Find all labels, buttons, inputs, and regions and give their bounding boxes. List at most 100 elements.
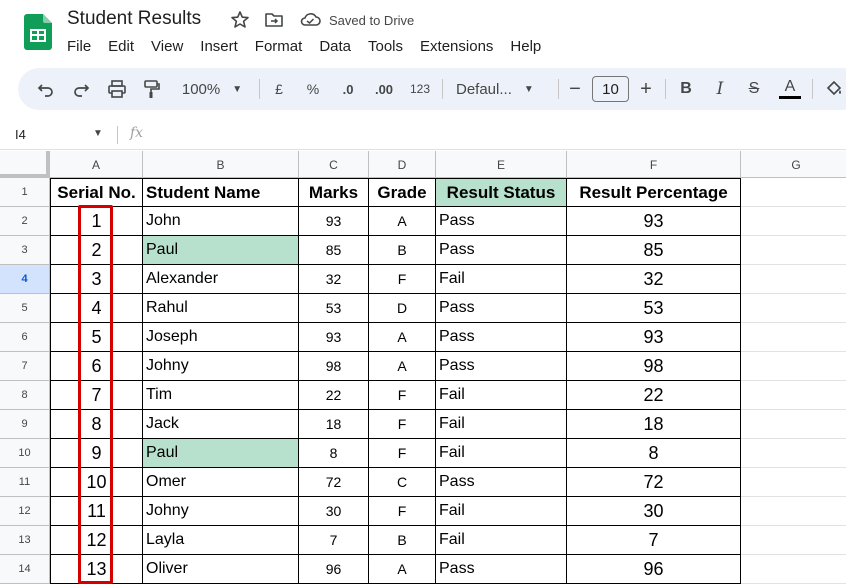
empty-cell-g[interactable]: [741, 410, 846, 439]
cell-status[interactable]: Pass: [436, 236, 567, 265]
fill-color-button[interactable]: [822, 68, 846, 110]
menu-help[interactable]: Help: [510, 38, 541, 55]
cell-grade[interactable]: F: [369, 497, 436, 526]
name-box[interactable]: I4: [15, 127, 26, 142]
cell-serial[interactable]: 12: [50, 526, 143, 555]
cell-status[interactable]: Fail: [436, 265, 567, 294]
header-cell-marks[interactable]: Marks: [299, 178, 369, 207]
empty-cell-g[interactable]: [741, 381, 846, 410]
star-icon[interactable]: [230, 10, 250, 30]
row-header-11[interactable]: 11: [0, 468, 50, 497]
cell-name[interactable]: Jack: [143, 410, 299, 439]
cell-marks[interactable]: 96: [299, 555, 369, 584]
menu-format[interactable]: Format: [255, 38, 303, 55]
cloud-saved-icon[interactable]: [299, 11, 321, 29]
menu-tools[interactable]: Tools: [368, 38, 403, 55]
document-title[interactable]: Student Results: [67, 8, 201, 30]
cell-marks[interactable]: 93: [299, 323, 369, 352]
cell-marks[interactable]: 32: [299, 265, 369, 294]
row-header-3[interactable]: 3: [0, 236, 50, 265]
cell-percentage[interactable]: 8: [567, 439, 741, 468]
row-header-6[interactable]: 6: [0, 323, 50, 352]
menu-insert[interactable]: Insert: [200, 38, 238, 55]
row-header-14[interactable]: 14: [0, 555, 50, 584]
cell-name[interactable]: Johny: [143, 497, 299, 526]
cell-grade[interactable]: F: [369, 410, 436, 439]
undo-button[interactable]: [32, 68, 60, 110]
cell-marks[interactable]: 22: [299, 381, 369, 410]
cell-serial[interactable]: 10: [50, 468, 143, 497]
cell-status[interactable]: Pass: [436, 352, 567, 381]
redo-button[interactable]: [67, 68, 95, 110]
menu-view[interactable]: View: [151, 38, 183, 55]
cell-status[interactable]: Fail: [436, 439, 567, 468]
empty-cell-g[interactable]: [741, 265, 846, 294]
cell-percentage[interactable]: 85: [567, 236, 741, 265]
cell-percentage[interactable]: 93: [567, 323, 741, 352]
cell-serial[interactable]: 3: [50, 265, 143, 294]
cell-status[interactable]: Fail: [436, 381, 567, 410]
font-size-input[interactable]: 10: [592, 76, 629, 102]
cell-percentage[interactable]: 53: [567, 294, 741, 323]
row-header-5[interactable]: 5: [0, 294, 50, 323]
cell-grade[interactable]: A: [369, 352, 436, 381]
cell-name[interactable]: Paul: [143, 439, 299, 468]
cell-grade[interactable]: F: [369, 439, 436, 468]
cell-status[interactable]: Fail: [436, 526, 567, 555]
row-header-7[interactable]: 7: [0, 352, 50, 381]
cell-name[interactable]: Paul: [143, 236, 299, 265]
cell-serial[interactable]: 2: [50, 236, 143, 265]
cell-name[interactable]: Johny: [143, 352, 299, 381]
empty-cell-g[interactable]: [741, 294, 846, 323]
empty-cell-g[interactable]: [741, 439, 846, 468]
cell-grade[interactable]: B: [369, 236, 436, 265]
cell-grade[interactable]: A: [369, 555, 436, 584]
cell-percentage[interactable]: 96: [567, 555, 741, 584]
more-formats-button[interactable]: 123: [406, 68, 434, 110]
cell-name[interactable]: Omer: [143, 468, 299, 497]
cell-percentage[interactable]: 72: [567, 468, 741, 497]
row-header-8[interactable]: 8: [0, 381, 50, 410]
empty-cell-g[interactable]: [741, 178, 846, 207]
percent-format-button[interactable]: %: [301, 68, 325, 110]
cell-status[interactable]: Fail: [436, 497, 567, 526]
cell-serial[interactable]: 1: [50, 207, 143, 236]
cell-serial[interactable]: 5: [50, 323, 143, 352]
zoom-dropdown[interactable]: 100% ▼: [176, 68, 248, 110]
cell-name[interactable]: John: [143, 207, 299, 236]
row-header-2[interactable]: 2: [0, 207, 50, 236]
sheets-logo-icon[interactable]: [24, 14, 52, 50]
cell-serial[interactable]: 6: [50, 352, 143, 381]
row-header-13[interactable]: 13: [0, 526, 50, 555]
cell-name[interactable]: Tim: [143, 381, 299, 410]
empty-cell-g[interactable]: [741, 323, 846, 352]
cell-serial[interactable]: 7: [50, 381, 143, 410]
header-cell-serial[interactable]: Serial No.: [50, 178, 143, 207]
empty-cell-g[interactable]: [741, 236, 846, 265]
cell-status[interactable]: Pass: [436, 468, 567, 497]
cell-status[interactable]: Pass: [436, 323, 567, 352]
cell-percentage[interactable]: 93: [567, 207, 741, 236]
cell-name[interactable]: Alexander: [143, 265, 299, 294]
cell-marks[interactable]: 85: [299, 236, 369, 265]
cell-serial[interactable]: 4: [50, 294, 143, 323]
row-header-1[interactable]: 1: [0, 178, 50, 207]
select-all-corner[interactable]: [0, 151, 50, 178]
cell-percentage[interactable]: 7: [567, 526, 741, 555]
cell-marks[interactable]: 18: [299, 410, 369, 439]
cell-marks[interactable]: 72: [299, 468, 369, 497]
cell-marks[interactable]: 8: [299, 439, 369, 468]
cell-serial[interactable]: 13: [50, 555, 143, 584]
empty-cell-g[interactable]: [741, 497, 846, 526]
empty-cell-g[interactable]: [741, 526, 846, 555]
italic-button[interactable]: I: [708, 68, 732, 110]
cell-name[interactable]: Rahul: [143, 294, 299, 323]
cell-status[interactable]: Pass: [436, 294, 567, 323]
column-header-e[interactable]: E: [436, 151, 567, 178]
cell-grade[interactable]: B: [369, 526, 436, 555]
column-header-d[interactable]: D: [369, 151, 436, 178]
cell-serial[interactable]: 9: [50, 439, 143, 468]
bold-button[interactable]: B: [674, 68, 698, 110]
cell-grade[interactable]: F: [369, 265, 436, 294]
empty-cell-g[interactable]: [741, 468, 846, 497]
